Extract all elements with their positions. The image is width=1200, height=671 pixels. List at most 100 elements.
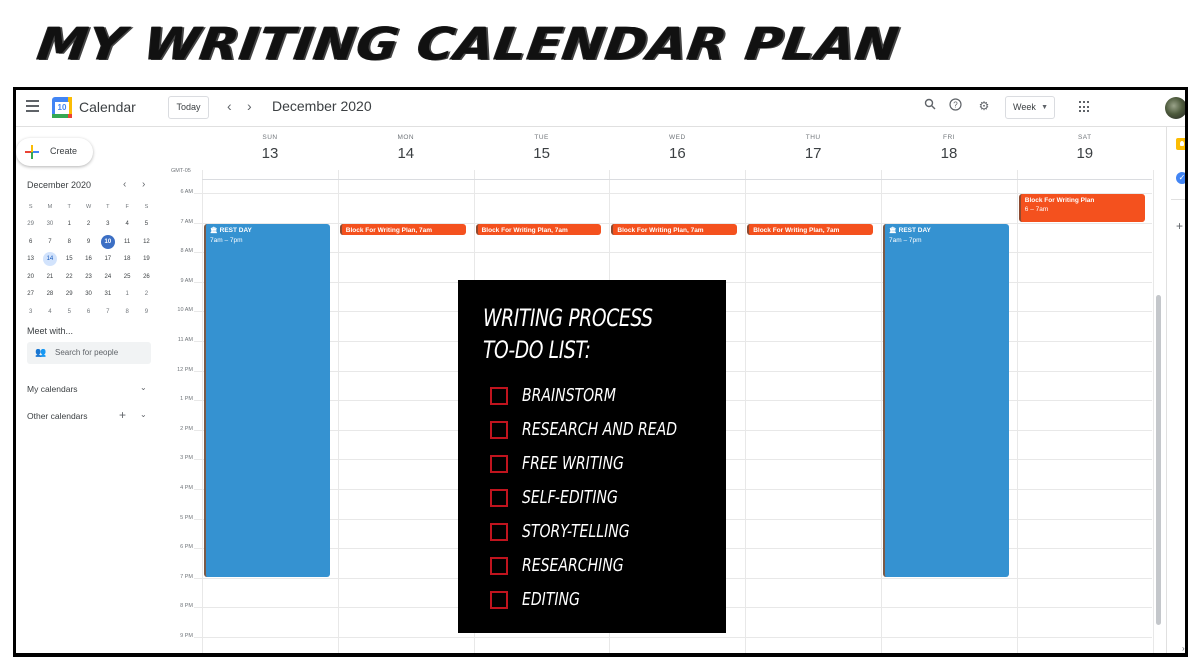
mini-prev-month-icon[interactable]: ‹ xyxy=(123,179,126,190)
mini-calendar-day[interactable]: 4 xyxy=(40,305,59,319)
day-number[interactable]: 14 xyxy=(338,145,474,162)
apps-grid-icon[interactable] xyxy=(1079,101,1091,113)
mini-calendar-day[interactable]: 25 xyxy=(117,270,136,284)
help-icon[interactable]: ? xyxy=(947,98,963,114)
day-number[interactable]: 13 xyxy=(202,145,338,162)
mini-calendar-day[interactable]: 1 xyxy=(60,217,79,231)
mini-calendar-day[interactable]: 24 xyxy=(98,270,117,284)
mini-calendar-day[interactable]: 12 xyxy=(137,235,156,249)
mini-calendar-day[interactable]: 5 xyxy=(137,217,156,231)
todo-checkbox[interactable] xyxy=(490,557,508,575)
previous-week-icon[interactable]: ‹ xyxy=(227,98,232,114)
mini-calendar-day[interactable]: 6 xyxy=(21,235,40,249)
day-header-wed[interactable]: WED 16 xyxy=(609,134,745,162)
calendar-event[interactable]: Block For Writing Plan, 7am xyxy=(339,223,466,235)
calendar-event[interactable]: 🏛 REST DAY 7am – 7pm xyxy=(204,223,330,577)
mini-calendar-day[interactable]: 9 xyxy=(137,305,156,319)
app-name: Calendar xyxy=(79,99,136,115)
create-button[interactable]: Create xyxy=(16,138,93,166)
user-avatar[interactable] xyxy=(1165,97,1185,119)
mini-calendar-day[interactable]: 1 xyxy=(117,287,136,301)
day-header-tue[interactable]: TUE 15 xyxy=(474,134,610,162)
mini-calendar-day[interactable]: 19 xyxy=(137,252,156,266)
mini-calendar-day[interactable]: 4 xyxy=(117,217,136,231)
day-number[interactable]: 16 xyxy=(609,145,745,162)
day-number[interactable]: 17 xyxy=(745,145,881,162)
mini-calendar-day[interactable]: 7 xyxy=(98,305,117,319)
mini-calendar-day[interactable]: 9 xyxy=(79,235,98,249)
mini-calendar-day[interactable]: 2 xyxy=(137,287,156,301)
add-addon-icon[interactable]: + xyxy=(1176,219,1183,233)
mini-calendar-day[interactable]: 3 xyxy=(21,305,40,319)
mini-calendar-day[interactable]: 30 xyxy=(79,287,98,301)
chevron-down-icon[interactable]: ⌄ xyxy=(140,410,147,419)
mini-calendar-day[interactable]: 13 xyxy=(21,252,40,266)
mini-calendar-day[interactable]: 17 xyxy=(98,252,117,266)
mini-calendar-day[interactable]: 28 xyxy=(40,287,59,301)
todo-checkbox[interactable] xyxy=(490,591,508,609)
mini-calendar-day[interactable]: 3 xyxy=(98,217,117,231)
mini-calendar-day[interactable]: 8 xyxy=(117,305,136,319)
day-header-sat[interactable]: SAT 19 xyxy=(1017,134,1153,162)
mini-calendar-day[interactable]: 29 xyxy=(21,217,40,231)
mini-calendar-day[interactable]: 2 xyxy=(79,217,98,231)
mini-calendar-day[interactable]: 21 xyxy=(40,270,59,284)
calendar-event[interactable]: Block For Writing Plan, 7am xyxy=(747,223,873,235)
todo-checkbox[interactable] xyxy=(490,523,508,541)
calendar-event[interactable]: 🏛 REST DAY 7am – 7pm xyxy=(883,223,1009,577)
mini-calendar-day[interactable]: 20 xyxy=(21,270,40,284)
todo-checkbox[interactable] xyxy=(490,387,508,405)
view-selector[interactable]: Week ▼ xyxy=(1005,96,1055,119)
mini-next-month-icon[interactable]: › xyxy=(142,179,145,190)
mini-calendar-day[interactable]: 29 xyxy=(60,287,79,301)
day-header-mon[interactable]: MON 14 xyxy=(338,134,474,162)
mini-calendar-day[interactable]: 14 xyxy=(42,252,57,267)
vertical-scrollbar[interactable] xyxy=(1156,295,1161,625)
calendar-event[interactable]: Block For Writing Plan 6 – 7am xyxy=(1018,194,1145,222)
mini-calendar-day[interactable]: 8 xyxy=(60,235,79,249)
keep-icon[interactable] xyxy=(1176,138,1185,150)
hamburger-menu-icon[interactable] xyxy=(26,100,39,112)
todo-checkbox[interactable] xyxy=(490,489,508,507)
settings-gear-icon[interactable]: ⚙ xyxy=(976,98,992,114)
weekday-label: T xyxy=(67,203,71,210)
add-calendar-icon[interactable]: + xyxy=(119,408,126,422)
chevron-down-icon[interactable]: ⌄ xyxy=(140,383,147,392)
expand-panel-icon[interactable]: › xyxy=(1182,644,1185,653)
next-week-icon[interactable]: › xyxy=(247,98,252,114)
calendar-event[interactable]: Block For Writing Plan, 7am xyxy=(611,223,738,235)
mini-calendar-day[interactable]: 27 xyxy=(21,287,40,301)
my-calendars-toggle[interactable]: My calendars xyxy=(27,384,78,394)
event-title: Block For Writing Plan, 7am xyxy=(617,226,733,235)
day-number[interactable]: 15 xyxy=(474,145,610,162)
tasks-icon[interactable]: ✓ xyxy=(1176,172,1185,184)
mini-calendar-day[interactable]: 15 xyxy=(60,252,79,266)
other-calendars-toggle[interactable]: Other calendars xyxy=(27,411,87,421)
day-number[interactable]: 18 xyxy=(881,145,1017,162)
mini-calendar-day[interactable]: 7 xyxy=(40,235,59,249)
today-button[interactable]: Today xyxy=(168,96,209,119)
mini-calendar-day[interactable]: 10 xyxy=(100,234,115,249)
mini-calendar-day[interactable]: 23 xyxy=(79,270,98,284)
mini-calendar-day[interactable]: 30 xyxy=(40,217,59,231)
day-column-divider xyxy=(745,170,747,653)
todo-checkbox[interactable] xyxy=(490,421,508,439)
mini-calendar-day[interactable]: 18 xyxy=(117,252,136,266)
calendar-event[interactable]: Block For Writing Plan, 7am xyxy=(475,223,602,235)
day-header-fri[interactable]: FRI 18 xyxy=(881,134,1017,162)
mini-calendar-day[interactable]: 26 xyxy=(137,270,156,284)
day-header-thu[interactable]: THU 17 xyxy=(745,134,881,162)
mini-calendar-day[interactable]: 31 xyxy=(98,287,117,301)
side-panel: ✓ + › xyxy=(1166,127,1185,653)
mini-calendar-day[interactable]: 11 xyxy=(117,235,136,249)
search-icon[interactable] xyxy=(922,98,938,114)
search-people-input[interactable]: 👥 Search for people xyxy=(27,342,151,364)
event-title: Block For Writing Plan xyxy=(1025,196,1141,205)
mini-calendar-day[interactable]: 5 xyxy=(60,305,79,319)
day-header-sun[interactable]: SUN 13 xyxy=(202,134,338,162)
mini-calendar-day[interactable]: 6 xyxy=(79,305,98,319)
todo-checkbox[interactable] xyxy=(490,455,508,473)
day-number[interactable]: 19 xyxy=(1017,145,1153,162)
mini-calendar-day[interactable]: 16 xyxy=(79,252,98,266)
mini-calendar-day[interactable]: 22 xyxy=(60,270,79,284)
